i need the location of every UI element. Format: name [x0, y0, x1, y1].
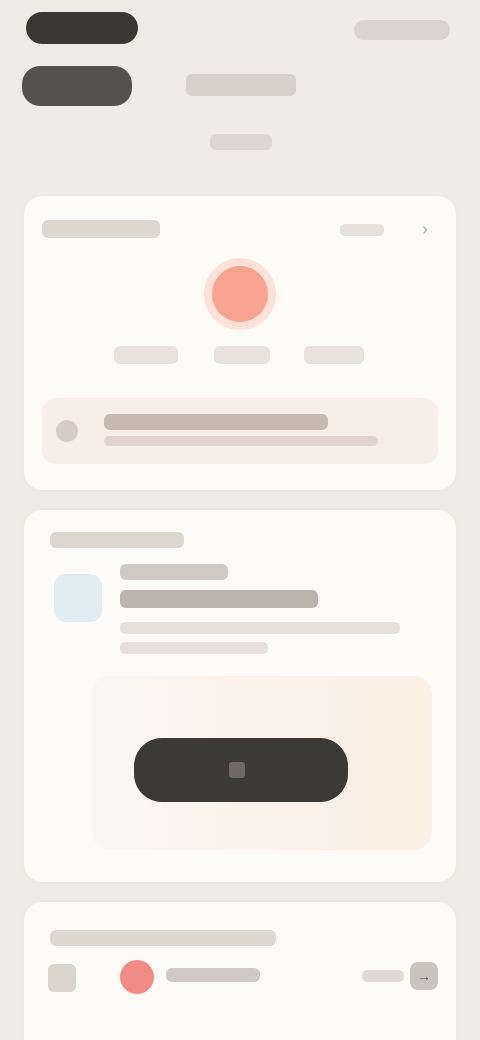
feature-description — [120, 622, 400, 634]
summary-stat — [304, 346, 364, 364]
chevron-right-icon[interactable]: › — [414, 218, 436, 240]
top-bar-right-pill — [354, 20, 450, 40]
primary-cta-button[interactable] — [134, 738, 348, 802]
activity-icon[interactable] — [48, 964, 76, 992]
activity-card-title — [50, 930, 276, 946]
summary-card-title — [42, 220, 160, 238]
summary-card-link[interactable] — [340, 224, 384, 236]
feature-heading-secondary — [120, 590, 318, 608]
activity-card: → — [24, 902, 456, 1040]
feature-heading-primary — [120, 564, 228, 580]
summary-card: › — [24, 196, 456, 490]
header-title — [186, 74, 296, 96]
alert-icon — [56, 420, 78, 442]
activity-more-link[interactable] — [362, 970, 404, 982]
header-subtitle — [210, 134, 272, 150]
status-badge — [212, 266, 268, 322]
app-logo[interactable] — [22, 66, 132, 106]
avatar[interactable] — [120, 960, 154, 994]
alert-subtext — [104, 436, 378, 446]
summary-stat — [214, 346, 270, 364]
feature-card-title — [50, 532, 184, 548]
cta-icon — [229, 762, 245, 778]
activity-name — [166, 968, 260, 982]
summary-stat — [114, 346, 178, 364]
header — [0, 60, 480, 180]
top-bar-left-pill — [26, 12, 138, 44]
alert-banner[interactable] — [42, 398, 438, 464]
arrow-right-icon[interactable]: → — [410, 962, 438, 990]
feature-icon — [54, 574, 102, 622]
top-bar — [0, 0, 480, 60]
feature-description — [120, 642, 268, 654]
feature-card — [24, 510, 456, 882]
alert-text — [104, 414, 328, 430]
